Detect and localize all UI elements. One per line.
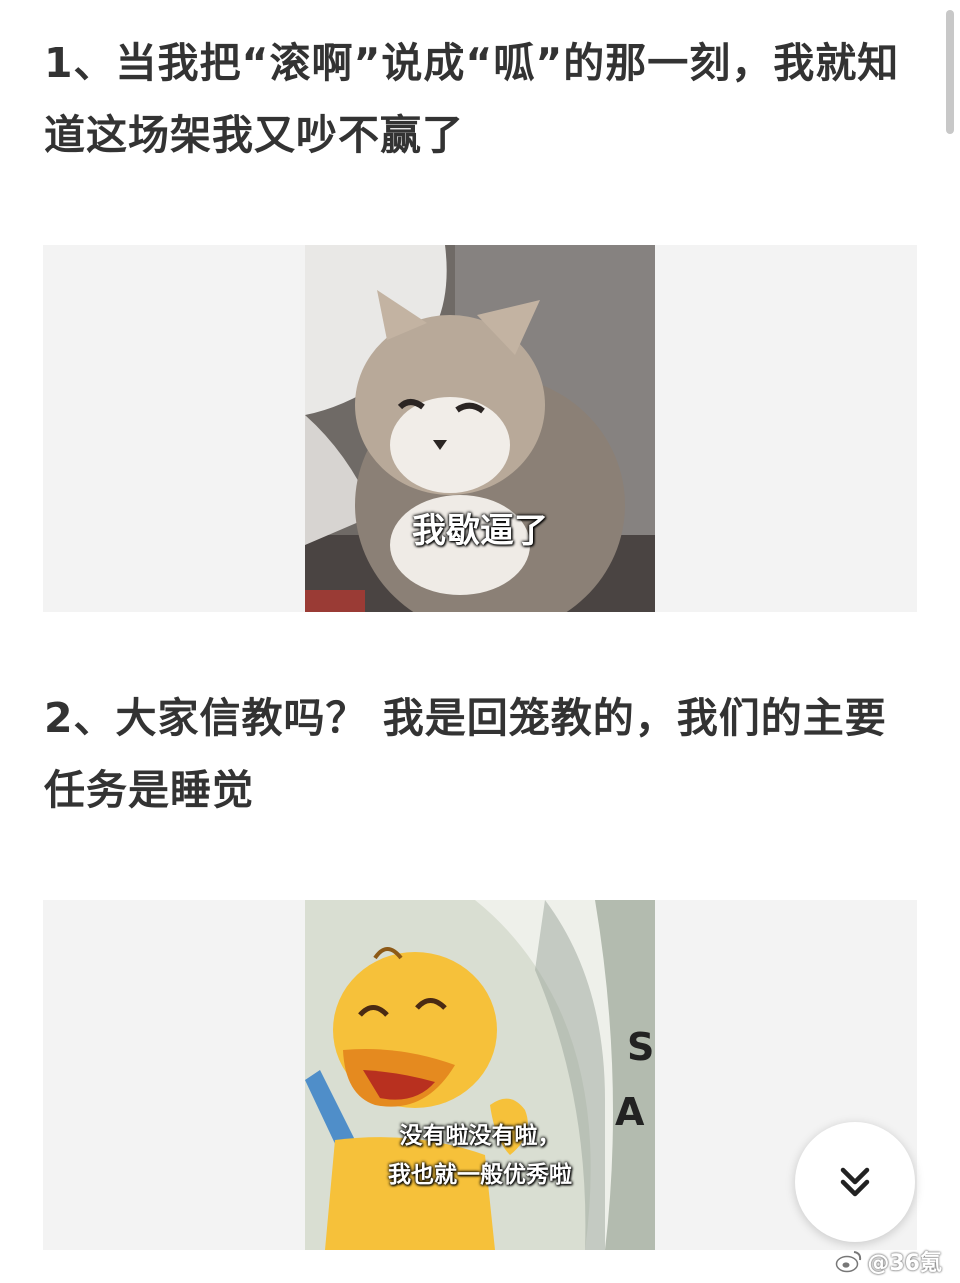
svg-text:S: S (627, 1025, 654, 1069)
weibo-icon (836, 1251, 862, 1273)
image-frame-1: 我歇逼了 (43, 245, 917, 612)
meme-caption: 我歇逼了 (412, 511, 548, 551)
watermark: @36氪 (835, 1245, 942, 1277)
scroll-down-button[interactable] (795, 1122, 915, 1242)
double-chevron-down-icon (840, 1167, 870, 1197)
watermark-text: @36氪 (867, 1251, 942, 1276)
post-text-1: 1、当我把“滚啊”说成“呱”的那一刻，我就知道这场架我又吵不赢了 (44, 39, 900, 159)
duck-meme[interactable]: S A 没有啦没有啦， 我也就一般优秀啦 (305, 900, 655, 1250)
post-text-2: 2、大家信教吗？ 我是回笼教的，我们的主要任务是睡觉 (44, 694, 887, 814)
duck-image: S A (305, 900, 655, 1250)
image-frame-2: S A 没有啦没有啦， 我也就一般优秀啦 (43, 900, 917, 1250)
meme-caption-line-1: 没有啦没有啦， (399, 1123, 561, 1149)
cat-image (305, 245, 655, 612)
cat-meme[interactable]: 我歇逼了 (305, 245, 655, 612)
meme-caption-line-2: 我也就一般优秀啦 (388, 1162, 572, 1188)
scrollbar-thumb[interactable] (946, 10, 954, 134)
